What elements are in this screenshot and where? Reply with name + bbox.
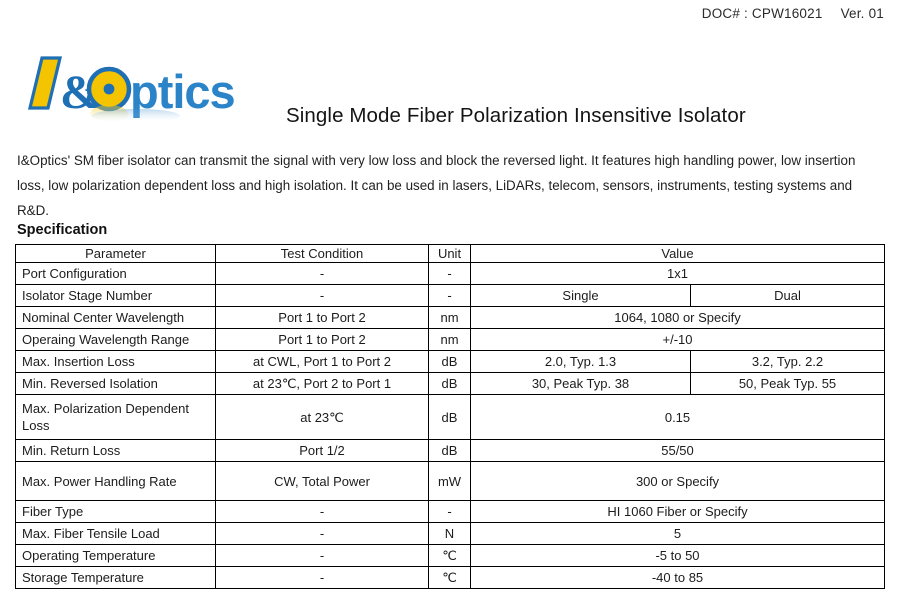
cell-parameter: Port Configuration [15, 262, 216, 285]
cell-value: +/-10 [469, 328, 886, 351]
cell-parameter: Fiber Type [15, 500, 216, 523]
cell-value: 1064, 1080 or Specify [469, 306, 886, 329]
cell-parameter: Max. Insertion Loss [15, 350, 216, 373]
cell-unit: - [428, 262, 471, 285]
table-row: Port Configuration - -1x1 [15, 262, 886, 285]
table-row: Min. Return Loss Port 1/2 dB 55/50 [15, 439, 886, 462]
cell-unit: nm [428, 306, 471, 329]
cell-test-condition: - [215, 284, 429, 307]
cell-value-single: Single [470, 284, 691, 307]
cell-unit: dB [428, 350, 471, 373]
column-header-unit: Unit [428, 244, 471, 263]
product-description: I&Optics' SM fiber isolator can transmit… [17, 153, 856, 218]
cell-parameter: Operating Temperature [15, 544, 216, 567]
doc-version: Ver. 01 [840, 6, 884, 21]
table-row: Storage Temperature - ℃ -40 to 85 [15, 566, 886, 589]
cell-parameter: Min. Return Loss [15, 439, 216, 462]
table-header-row: Parameter Test Condition Unit Value [15, 244, 886, 263]
cell-unit: - [428, 500, 471, 523]
column-header-test-condition: Test Condition [215, 244, 429, 263]
specification-table-body: Port Configuration - -1x1 Isolator Stage Nu… [15, 262, 886, 589]
cell-value: 55/50 [469, 439, 886, 462]
cell-unit: dB [428, 372, 471, 395]
cell-parameter: Max. Polarization Dependent Loss [15, 394, 216, 440]
cell-unit: ℃ [428, 566, 471, 589]
cell-value-dual: 3.2, Typ. 2.2 [689, 350, 886, 373]
page-title: Single Mode Fiber Polarization Insensiti… [286, 104, 746, 127]
cell-parameter: Storage Temperature [15, 566, 216, 589]
logo-letter-i [27, 56, 63, 110]
table-row: Fiber Type - - HI 1060 Fiber or Specify [15, 500, 886, 523]
document-header: DOC# : CPW16021 Ver. 01 [702, 6, 884, 21]
cell-parameter: Nominal Center Wavelength [15, 306, 216, 329]
company-logo: & ptics [16, 52, 256, 134]
cell-test-condition: - [215, 544, 429, 567]
cell-unit: ℃ [428, 544, 471, 567]
table-row: Max. Insertion Loss at CWL, Port 1 to Por… [15, 350, 886, 373]
cell-value: -40 to 85 [469, 566, 886, 589]
cell-unit: dB [428, 439, 471, 462]
cell-unit: - [428, 284, 471, 307]
logo-letter-o [86, 66, 132, 112]
cell-test-condition: at CWL, Port 1 to Port 2 [215, 350, 429, 373]
table-row: Min. Reversed Isolation at 23℃, Port 2 to… [15, 372, 886, 395]
specification-heading: Specification [17, 222, 108, 238]
cell-value: 5 [469, 522, 886, 545]
cell-unit: N [428, 522, 471, 545]
doc-number: DOC# : CPW16021 [701, 6, 823, 21]
table-row: Operaing Wavelength Range Port 1 to Port … [15, 328, 886, 351]
cell-parameter: Operaing Wavelength Range [15, 328, 216, 351]
column-header-value: Value [469, 244, 886, 263]
cell-unit: mW [428, 461, 471, 501]
cell-test-condition: at 23℃ [215, 394, 429, 440]
table-row: Max. Fiber Tensile Load - N 5 [15, 522, 886, 545]
cell-parameter: Max. Fiber Tensile Load [15, 522, 216, 545]
cell-parameter: Min. Reversed Isolation [15, 372, 216, 395]
specification-table-container: Parameter Test Condition Unit Value Port… [15, 244, 886, 589]
column-header-parameter: Parameter [15, 244, 216, 263]
cell-value: 1x1 [469, 262, 886, 285]
cell-test-condition: Port 1 to Port 2 [215, 306, 429, 329]
cell-test-condition: - [215, 262, 429, 285]
table-row: Max. Polarization Dependent Loss at 23℃ dB… [15, 394, 886, 440]
cell-value-dual: 50, Peak Typ. 55 [689, 372, 886, 395]
cell-test-condition: CW, Total Power [215, 461, 429, 501]
cell-unit: dB [428, 394, 471, 440]
cell-unit: nm [428, 328, 471, 351]
table-row: Max. Power Handling Rate CW, Total Power m… [15, 461, 886, 501]
cell-value-single: 2.0, Typ. 1.3 [470, 350, 691, 373]
cell-value: -5 to 50 [469, 544, 886, 567]
cell-parameter: Isolator Stage Number [15, 284, 216, 307]
specification-table: Parameter Test Condition Unit Value Port… [15, 244, 886, 589]
cell-test-condition: Port 1 to Port 2 [215, 328, 429, 351]
table-row: Nominal Center Wavelength Port 1 to Port … [15, 306, 886, 329]
cell-value-single: 30, Peak Typ. 38 [470, 372, 691, 395]
cell-test-condition: - [215, 522, 429, 545]
table-row: Operating Temperature - ℃ -5 to 50 [15, 544, 886, 567]
cell-parameter: Max. Power Handling Rate [15, 461, 216, 501]
cell-value: 300 or Specify [469, 461, 886, 501]
cell-test-condition: at 23℃, Port 2 to Port 1 [215, 372, 429, 395]
table-row: Isolator Stage Number - - Single Dual [15, 284, 886, 307]
cell-test-condition: Port 1/2 [215, 439, 429, 462]
logo-svg: & ptics [27, 56, 236, 123]
cell-value-dual: Dual [689, 284, 886, 307]
cell-test-condition: - [215, 500, 429, 523]
cell-value: 0.15 [469, 394, 886, 440]
cell-test-condition: - [215, 566, 429, 589]
cell-value: HI 1060 Fiber or Specify [469, 500, 886, 523]
